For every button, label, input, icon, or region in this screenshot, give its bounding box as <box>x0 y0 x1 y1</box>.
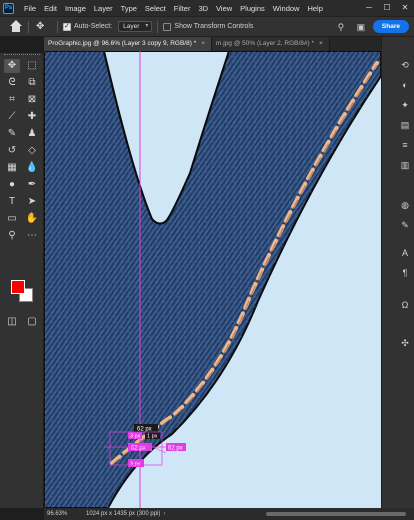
tab-label: m.jpg @ 50% (Layer 2, RGB/8#) * <box>216 40 315 47</box>
type-tool-icon[interactable]: T <box>4 195 20 209</box>
menu-help[interactable]: Help <box>303 4 326 13</box>
tool-preset-picker[interactable]: ✥ <box>34 21 52 33</box>
layers-icon[interactable]: ▥ <box>399 159 411 171</box>
menu-edit[interactable]: Edit <box>40 4 61 13</box>
move-icon: ✥ <box>36 20 45 32</box>
status-bar: 96.63% 1024 px x 1435 px (300 ppi) › <box>44 508 414 520</box>
menu-view[interactable]: View <box>212 4 236 13</box>
divider <box>157 20 159 33</box>
object-selection-tool-icon[interactable]: ⧉ <box>24 76 40 90</box>
crop-tool-icon[interactable]: ⌗ <box>4 93 20 107</box>
marquee-tool-icon[interactable]: ⬚ <box>24 59 40 73</box>
channels-icon[interactable]: ◍ <box>399 199 411 211</box>
minimize-button[interactable]: ─ <box>360 0 378 16</box>
paths-icon[interactable]: ✎ <box>399 219 411 231</box>
pen-tool-icon[interactable]: ✒ <box>24 178 40 192</box>
panel-dock: ⟲ ◐ ✦ ▤ ≡ ▥ ◍ ✎ A ¶ Ω ✣ <box>381 37 414 508</box>
tab-label: ProGraphic.jpg @ 96.6% (Layer 3 copy 9, … <box>48 40 197 47</box>
character-icon[interactable]: A <box>399 247 411 259</box>
auto-select-label: Auto-Select: <box>74 23 113 30</box>
canvas-area[interactable]: 62 px 1 px 3 px 62 px 62 px 3 px <box>44 51 381 508</box>
measure-label-6: 3 px <box>130 462 141 468</box>
menu-3d[interactable]: 3D <box>194 4 212 13</box>
auto-select-target-dropdown[interactable]: Layer <box>118 21 153 32</box>
menu-image[interactable]: Image <box>61 4 90 13</box>
tab-m[interactable]: m.jpg @ 50% (Layer 2, RGB/8#) * × <box>212 37 330 51</box>
swatches-icon[interactable]: ▤ <box>399 119 411 131</box>
menu-select[interactable]: Select <box>141 4 170 13</box>
divider <box>28 20 29 33</box>
hand-tool-icon[interactable]: ✋ <box>24 212 40 226</box>
horizontal-scroll-thumb[interactable] <box>266 512 406 516</box>
show-transform-checkbox[interactable] <box>163 22 172 31</box>
measure-label-4: 62 px <box>131 446 146 452</box>
paragraph-icon[interactable]: ¶ <box>399 267 411 279</box>
dodge-tool-icon[interactable]: ● <box>4 178 20 192</box>
measure-label-5: 62 px <box>168 446 183 452</box>
tab-prographic[interactable]: ProGraphic.jpg @ 96.6% (Layer 3 copy 9, … <box>44 37 213 51</box>
foreground-color-swatch[interactable] <box>11 280 25 294</box>
frame-tool-icon[interactable]: ⊠ <box>24 93 40 107</box>
workspace-icon[interactable]: ▣ <box>355 21 367 33</box>
learn-icon[interactable]: ✣ <box>399 337 411 349</box>
zoom-tool-icon[interactable]: ⚲ <box>4 229 20 243</box>
divider <box>57 20 58 33</box>
menu-filter[interactable]: Filter <box>170 4 195 13</box>
search-icon[interactable]: ⚲ <box>335 21 347 33</box>
menu-file[interactable]: File <box>20 4 40 13</box>
menu-layer[interactable]: Layer <box>90 4 117 13</box>
move-tool-icon[interactable]: ✥ <box>4 59 20 73</box>
healing-brush-tool-icon[interactable]: ✚ <box>24 110 40 124</box>
window-controls: ─ ☐ ✕ <box>360 0 414 16</box>
close-button[interactable]: ✕ <box>396 0 414 16</box>
glyphs-icon[interactable]: Ω <box>399 299 411 311</box>
adjust-icon[interactable]: ◐ <box>399 79 411 91</box>
shape-tool-icon[interactable]: ▭ <box>4 212 20 226</box>
auto-select-checkbox[interactable] <box>63 22 71 31</box>
document-tabs: ProGraphic.jpg @ 96.6% (Layer 3 copy 9, … <box>44 37 381 51</box>
properties-icon[interactable]: ≡ <box>399 139 411 151</box>
measure-label-1: 62 px <box>137 427 152 433</box>
eraser-tool-icon[interactable]: ◇ <box>24 144 40 158</box>
eyedropper-tool-icon[interactable]: ⟋ <box>4 110 20 124</box>
path-selection-tool-icon[interactable]: ➤ <box>24 195 40 209</box>
options-bar: ✥ Auto-Select: Layer Show Transform Cont… <box>0 16 414 36</box>
blur-tool-icon[interactable]: 💧 <box>24 161 40 175</box>
stamp-tool-icon[interactable]: ♟ <box>24 127 40 141</box>
tools-panel: ✥ ⬚ ᘓ ⧉ ⌗ ⊠ ⟋ ✚ ✎ ♟ ↺ ◇ ▦ 💧 ● ✒ T ➤ ▭ ✋ ⚲ ⋯ ◫ ▢ <box>0 53 44 508</box>
status-menu-arrow[interactable]: › <box>163 511 165 517</box>
screen-mode-icon[interactable]: ▢ <box>24 315 40 329</box>
quick-mask-icon[interactable]: ◫ <box>4 315 20 329</box>
brush-tool-icon[interactable]: ✎ <box>4 127 20 141</box>
canvas-image[interactable]: 62 px 1 px 3 px 62 px 62 px 3 px <box>44 51 381 508</box>
share-button[interactable]: Share <box>372 20 409 33</box>
more-tools-icon[interactable]: ⋯ <box>24 229 40 243</box>
history-brush-tool-icon[interactable]: ↺ <box>4 144 20 158</box>
close-tab-icon[interactable]: × <box>201 40 205 47</box>
measure-label-2: 1 px <box>147 434 158 440</box>
home-icon[interactable] <box>9 19 23 34</box>
measure-label-3: 3 px <box>130 434 141 440</box>
toolbar-grip <box>4 54 40 56</box>
menu-plugins[interactable]: Plugins <box>236 4 269 13</box>
show-transform-label: Show Transform Controls <box>174 23 254 30</box>
lasso-tool-icon[interactable]: ᘓ <box>4 76 20 90</box>
menu-type[interactable]: Type <box>117 4 141 13</box>
gradient-tool-icon[interactable]: ▦ <box>4 161 20 175</box>
menu-bar: Ps File Edit Image Layer Type Select Fil… <box>0 0 414 16</box>
menu-window[interactable]: Window <box>269 4 304 13</box>
brush-settings-icon[interactable]: ✦ <box>399 99 411 111</box>
history-icon[interactable]: ⟲ <box>399 59 411 71</box>
close-tab-icon[interactable]: × <box>319 40 323 47</box>
zoom-level[interactable]: 96.63% <box>44 511 82 517</box>
document-info: 1024 px x 1435 px (300 ppi) <box>86 511 161 517</box>
maximize-button[interactable]: ☐ <box>378 0 396 16</box>
photoshop-logo: Ps <box>3 2 14 14</box>
